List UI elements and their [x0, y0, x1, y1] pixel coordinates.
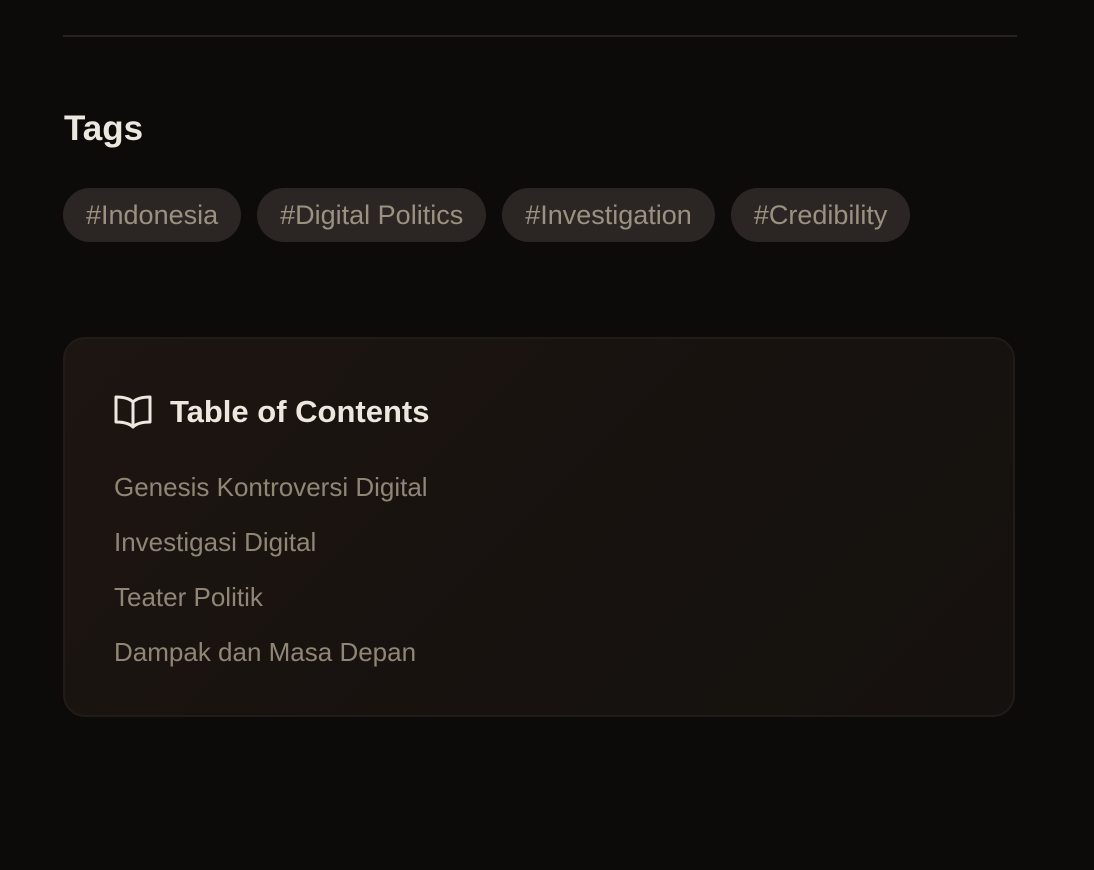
tag-digital-politics[interactable]: #Digital Politics	[257, 188, 487, 242]
tags-heading: Tags	[64, 109, 144, 148]
toc-title: Table of Contents	[170, 394, 430, 429]
tag-credibility[interactable]: #Credibility	[730, 188, 911, 242]
tags-list: #Indonesia #Digital Politics #Investigat…	[63, 188, 911, 242]
book-open-icon	[114, 394, 152, 430]
tag-indonesia[interactable]: #Indonesia	[63, 188, 242, 242]
toc-list: Genesis Kontroversi Digital Investigasi …	[114, 467, 428, 687]
toc-item-dampak-dan-masa-depan[interactable]: Dampak dan Masa Depan	[114, 632, 428, 687]
toc-header: Table of Contents	[114, 393, 429, 431]
toc-item-teater-politik[interactable]: Teater Politik	[114, 577, 428, 632]
section-divider	[63, 35, 1017, 37]
toc-item-genesis-kontroversi-digital[interactable]: Genesis Kontroversi Digital	[114, 467, 428, 522]
tag-investigation[interactable]: #Investigation	[502, 188, 715, 242]
page: Tags #Indonesia #Digital Politics #Inves…	[0, 0, 1094, 870]
toc-item-investigasi-digital[interactable]: Investigasi Digital	[114, 522, 428, 577]
table-of-contents-card: Table of Contents Genesis Kontroversi Di…	[63, 337, 1015, 717]
